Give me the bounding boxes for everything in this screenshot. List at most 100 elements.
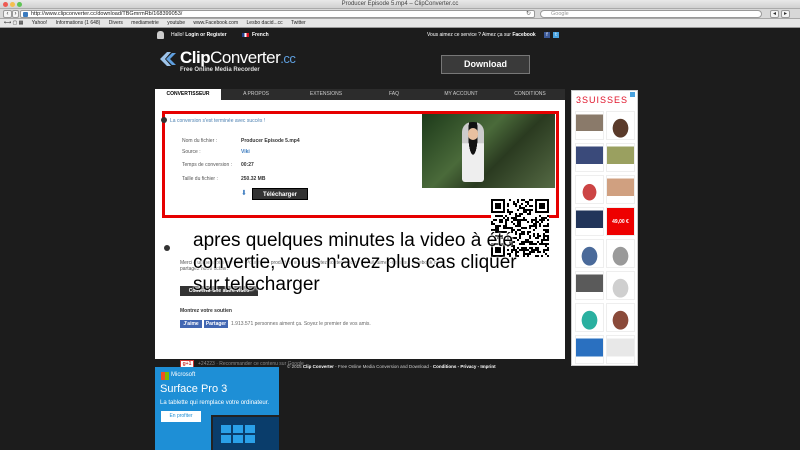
ad-product-image[interactable] (606, 143, 635, 172)
support-heading: Montrez votre soutien (180, 308, 232, 314)
ad-ms-cta-button[interactable]: En profiter (161, 411, 201, 422)
ad-product-image[interactable] (575, 175, 604, 204)
telecharger-button[interactable]: Télécharger (252, 188, 308, 200)
tab-extensions[interactable]: EXTENSIONS (291, 89, 361, 100)
url-bar[interactable]: http://www.clipconverter.cc/download/TBG… (20, 10, 535, 18)
ad-product-image[interactable] (575, 143, 604, 172)
bookmark-item[interactable]: Lesbo dacid...cc (247, 20, 283, 26)
ad-product-image[interactable] (575, 207, 604, 236)
tab-convertisseur[interactable]: CONVERTISSEUR (155, 89, 221, 100)
conversion-time-value: 00:27 (241, 162, 254, 168)
browser-toolbar: ‹ › http://www.clipconverter.cc/download… (0, 9, 800, 19)
like-prompt: Vous aimez ce service ? Aimez ça sur (427, 32, 511, 38)
microsoft-logo-icon (161, 372, 169, 380)
window-title: Producer Episode 5.mp4 – ClipConverter.c… (341, 1, 459, 7)
brand-name: ClipConverter.cc (180, 48, 296, 68)
brand-clip: Clip (180, 48, 211, 67)
window-titlebar: Producer Episode 5.mp4 – ClipConverter.c… (0, 0, 800, 9)
site-logo[interactable]: ClipConverter.cc Free Online Media Recor… (158, 48, 298, 78)
microsoft-ad-banner[interactable]: Microsoft Surface Pro 3 La tablette qui … (155, 367, 279, 450)
source-link[interactable]: Viki (241, 149, 250, 155)
login-link[interactable]: Hallo! Login or Register (171, 30, 227, 40)
tutorial-caption: apres quelques minutes la video à été co… (193, 230, 517, 295)
ad-product-image[interactable] (606, 239, 635, 268)
ad-product-image[interactable] (606, 303, 635, 332)
ad-product-image[interactable] (606, 111, 635, 140)
bookmark-item[interactable]: Yahoo! (32, 20, 47, 26)
ad-price-badge[interactable]: 49,00 € (606, 207, 635, 236)
web-page: Hallo! Login or Register French Vous aim… (0, 28, 800, 450)
ad-ms-title: Surface Pro 3 (160, 383, 228, 395)
ad-ms-tagline: La tablette qui remplace votre ordinateu… (160, 400, 270, 406)
login-label[interactable]: Login or Register (185, 32, 226, 38)
prev-page-icon[interactable]: ◂ (770, 10, 779, 18)
bookmark-item[interactable]: youtube (167, 20, 185, 26)
next-page-icon[interactable]: ▸ (781, 10, 790, 18)
minimize-window-button[interactable] (10, 2, 15, 7)
ad-product-image[interactable] (575, 239, 604, 268)
bookmarks-bar: ⟷ ▢ ▦ Yahoo! Informations (1 648) Divers… (0, 19, 800, 28)
french-flag-icon[interactable] (242, 33, 249, 37)
bookmark-item[interactable]: Twitter (291, 20, 306, 26)
reload-icon[interactable]: ↻ (526, 11, 531, 17)
bookmark-item[interactable]: Divers (109, 20, 123, 26)
filesize-label: Taille du fichier : (182, 176, 218, 182)
url-text: http://www.clipconverter.cc/download/TBG… (31, 11, 183, 17)
search-placeholder: Google (551, 11, 569, 17)
logo-mark-icon (160, 52, 176, 66)
ad-product-image[interactable] (575, 271, 604, 300)
search-input[interactable]: Google (540, 10, 762, 18)
footer-text: - Free Online Media Conversion and Downl… (333, 364, 433, 369)
ad-choices-icon[interactable] (630, 92, 635, 97)
step-marker-icon (164, 245, 170, 251)
facebook-like-text: Vous aimez ce service ? Aimez ça sur Fac… (427, 30, 536, 40)
tab-a-propos[interactable]: A PROPOS (221, 89, 291, 100)
tab-my-account[interactable]: MY ACCOUNT (427, 89, 495, 100)
site-favicon-icon (23, 12, 28, 17)
facebook-icon[interactable]: f (544, 32, 550, 38)
success-message: La conversion s'est terminée avec succès… (170, 118, 266, 124)
ad-ms-brand: Microsoft (171, 372, 196, 378)
brand-cc: .cc (280, 51, 296, 66)
twitter-icon[interactable]: t (553, 32, 559, 38)
ad-product-image[interactable] (575, 335, 604, 364)
bookmark-item[interactable]: mediametrie (131, 20, 159, 26)
user-icon (157, 31, 164, 39)
ad-product-image[interactable] (575, 111, 604, 140)
main-nav: CONVERTISSEUR A PROPOS EXTENSIONS FAQ MY… (155, 89, 565, 100)
thumbnail-face (468, 128, 478, 140)
bookmark-item[interactable]: Informations (1 648) (56, 20, 101, 26)
tab-conditions[interactable]: CONDITIONS (495, 89, 565, 100)
site-top-strip: Hallo! Login or Register French Vous aim… (155, 30, 565, 40)
footer-copyright: © 2015 (287, 364, 302, 369)
ad-product-image[interactable] (606, 271, 635, 300)
tablet-image (211, 415, 279, 450)
close-window-button[interactable] (3, 2, 8, 7)
ad-product-image[interactable] (606, 175, 635, 204)
reading-list-icon[interactable]: ⟷ ▢ ▦ (4, 20, 23, 26)
ad-product-image[interactable] (606, 335, 635, 364)
ad-product-image[interactable] (575, 303, 604, 332)
facebook-link[interactable]: Facebook (512, 32, 535, 38)
facebook-like-count: 1.913.571 personnes aiment ça. Soyez le … (231, 321, 371, 327)
footer-brand[interactable]: Clip Converter (303, 364, 334, 369)
forward-button[interactable]: › (12, 10, 19, 18)
brand-converter: Converter (210, 48, 281, 67)
tab-faq[interactable]: FAQ (361, 89, 427, 100)
brand-tagline: Free Online Media Recorder (180, 67, 260, 73)
back-button[interactable]: ‹ (3, 10, 12, 18)
side-ad-banner[interactable]: 3SUISSES 49,00 € (571, 90, 638, 366)
footer-links[interactable]: Conditions - Privacy - Imprint (433, 364, 496, 369)
video-thumbnail (422, 114, 555, 188)
facebook-share-button[interactable]: Partager (204, 320, 228, 328)
zoom-window-button[interactable] (17, 2, 22, 7)
ad-brand-name: SUISSES (582, 95, 629, 105)
facebook-like-button[interactable]: J'aime (180, 320, 202, 328)
filename-label: Nom du fichier : (182, 138, 218, 144)
step-marker-icon (161, 117, 167, 123)
download-button[interactable]: Download (441, 55, 530, 74)
bookmark-item[interactable]: www.Facebook.com (193, 20, 238, 26)
conversion-time-label: Temps de conversion : (182, 162, 233, 168)
language-selector[interactable]: French (252, 30, 269, 40)
greeting-text: Hallo! (171, 32, 184, 38)
